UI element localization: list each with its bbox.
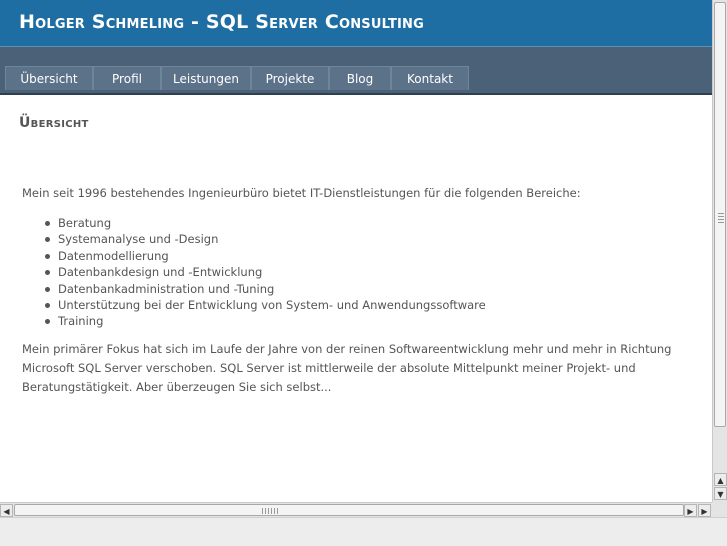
main-navigation: Übersicht Profil Leistungen Projekte Blog Kon…	[0, 47, 712, 95]
list-item: Datenmodellierung	[22, 248, 486, 264]
status-bar	[0, 517, 727, 546]
nav-menu: Übersicht Profil Leistungen Projekte Blog Kon…	[5, 66, 469, 91]
scroll-right-end-arrow-icon[interactable]: ▶	[698, 504, 711, 517]
nav-item-profil[interactable]: Profil	[93, 66, 161, 90]
nav-item-blog[interactable]: Blog	[329, 66, 391, 90]
scroll-left-arrow-icon[interactable]: ◀	[0, 504, 13, 517]
list-item: Training	[22, 313, 486, 329]
vertical-scroll-thumb[interactable]	[714, 2, 726, 427]
scroll-up-arrow-icon[interactable]: ▲	[714, 473, 727, 486]
page-title: Übersicht	[19, 115, 89, 131]
services-list: Beratung Systemanalyse und -Design Datenmo…	[22, 215, 486, 330]
nav-item-kontakt[interactable]: Kontakt	[391, 66, 469, 90]
horizontal-scroll-thumb[interactable]	[14, 504, 684, 516]
list-item: Datenbankadministration und -Tuning	[22, 281, 486, 297]
nav-item-uebersicht[interactable]: Übersicht	[5, 66, 93, 90]
site-title: Holger Schmeling - SQL Server Consulting	[19, 11, 424, 33]
list-item: Datenbankdesign und -Entwicklung	[22, 264, 486, 280]
vertical-scrollbar[interactable]: ▲ ▼	[712, 0, 727, 502]
main-content: Übersicht Mein seit 1996 bestehendes Ing…	[0, 95, 712, 502]
focus-paragraph: Mein primärer Fokus hat sich im Laufe de…	[22, 342, 672, 394]
scrollbar-corner	[712, 502, 727, 517]
grip-icon	[718, 213, 724, 225]
horizontal-scrollbar[interactable]: ◀ ▶ ▶	[0, 502, 712, 517]
intro-text: Mein seit 1996 bestehendes Ingenieurbüro…	[22, 186, 581, 200]
nav-item-leistungen[interactable]: Leistungen	[161, 66, 251, 90]
list-item: Unterstützung bei der Entwicklung von Sy…	[22, 297, 486, 313]
list-item: Systemanalyse und -Design	[22, 231, 486, 247]
site-header: Holger Schmeling - SQL Server Consulting	[0, 0, 712, 47]
scroll-down-arrow-icon[interactable]: ▼	[714, 487, 727, 500]
scroll-right-arrow-icon[interactable]: ▶	[684, 504, 697, 517]
list-item: Beratung	[22, 215, 486, 231]
nav-item-projekte[interactable]: Projekte	[251, 66, 329, 90]
grip-icon	[262, 508, 280, 514]
